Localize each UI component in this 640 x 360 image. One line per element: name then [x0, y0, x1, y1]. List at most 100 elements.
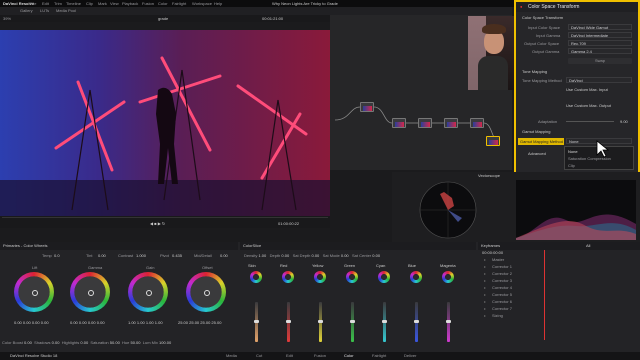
slider-handle[interactable]	[446, 320, 451, 323]
node-04[interactable]	[444, 118, 458, 128]
page-deliver[interactable]: Deliver	[404, 354, 416, 358]
slice-wheel-blue[interactable]	[410, 271, 422, 283]
expand-arrow-icon[interactable]: ▸	[484, 265, 486, 269]
page-fusion[interactable]: Fusion	[314, 354, 326, 358]
slider-handle[interactable]	[382, 320, 387, 323]
offset-values[interactable]: 25.00 25.00 25.00 25.00	[178, 321, 221, 325]
keyframe-row-label[interactable]: Sizing	[492, 314, 503, 318]
keyframe-row-label[interactable]: Corrector 1	[492, 265, 512, 269]
slice-slider-blue[interactable]	[414, 302, 419, 342]
keyframe-row-label[interactable]: Corrector 7	[492, 307, 512, 311]
menu-clip[interactable]: Clip	[86, 2, 93, 6]
dropdown-option-none[interactable]: None	[568, 150, 578, 154]
viewer-image[interactable]	[0, 30, 330, 216]
slice-slider-cyan[interactable]	[382, 302, 387, 342]
node-01[interactable]	[360, 102, 374, 112]
node-06-selected[interactable]	[486, 136, 500, 146]
section-gamut-mapping[interactable]: Gamut Mapping	[522, 130, 550, 134]
keyframe-row-label[interactable]: Master	[492, 258, 504, 262]
page-cut[interactable]: Cut	[256, 354, 262, 358]
menu-timeline[interactable]: Timeline	[66, 2, 81, 6]
menu-trim[interactable]: Trim	[54, 2, 62, 6]
menu-fusion[interactable]: Fusion	[142, 2, 154, 6]
menu-workspace[interactable]: Workspace	[192, 2, 212, 6]
gamma-wheel[interactable]	[70, 272, 110, 312]
param-pivot-value[interactable]: 0.435	[172, 254, 182, 258]
keyframe-playhead[interactable]	[544, 250, 545, 340]
adaptation-value[interactable]: 9.00	[620, 120, 628, 124]
swap-button[interactable]: Swap	[568, 58, 632, 64]
expand-arrow-icon[interactable]: ▸	[484, 272, 486, 276]
lift-values[interactable]: 0.00 0.00 0.00 0.00	[14, 321, 49, 325]
gain-wheel[interactable]	[128, 272, 168, 312]
keyframe-row-label[interactable]: Corrector 4	[492, 286, 512, 290]
slice-slider-skin[interactable]	[254, 302, 259, 342]
slider-handle[interactable]	[350, 320, 355, 323]
page-color[interactable]: Color	[344, 354, 354, 358]
expand-arrow-icon[interactable]: ▸	[484, 286, 486, 290]
tone-method-select[interactable]: DaVinci	[566, 77, 632, 83]
slice-slider-magenta[interactable]	[446, 302, 451, 342]
slice-wheel-green[interactable]	[346, 271, 358, 283]
keyframe-row-label[interactable]: Corrector 5	[492, 293, 512, 297]
section-cst[interactable]: Color Space Transform	[522, 16, 563, 20]
gallery-button[interactable]: Gallery	[20, 9, 33, 13]
slice-wheel-skin[interactable]	[250, 271, 262, 283]
scope-tab[interactable]: Vectorscope	[478, 174, 500, 178]
lift-wheel[interactable]	[14, 272, 54, 312]
output-color-space-select[interactable]: Rec.709	[568, 40, 632, 46]
expand-arrow-icon[interactable]: ▸	[484, 300, 486, 304]
section-advanced[interactable]: Advanced	[528, 152, 546, 156]
slice-slider-red[interactable]	[286, 302, 291, 342]
slider-handle[interactable]	[254, 320, 259, 323]
expand-arrow-icon[interactable]: ▸	[484, 293, 486, 297]
param-contrast-value[interactable]: 1.000	[136, 254, 146, 258]
node-03[interactable]	[418, 118, 432, 128]
slice-wheel-red[interactable]	[282, 271, 294, 283]
menu-view[interactable]: View	[110, 2, 119, 6]
output-gamma-select[interactable]: Gamma 2.4	[568, 48, 632, 54]
keyframe-row-label[interactable]: Corrector 6	[492, 300, 512, 304]
page-media[interactable]: Media	[226, 354, 237, 358]
colorslice-params[interactable]: Density 1.00 Depth 0.00 Sat Depth 0.00 S…	[244, 254, 380, 258]
gamma-values[interactable]: 0.00 0.00 0.00 0.00	[70, 321, 105, 325]
keyframes-filter[interactable]: All	[586, 244, 590, 248]
dropdown-option-clip[interactable]: Clip	[568, 164, 575, 168]
custom-max-input-checkbox[interactable]: Use Custom Max. Input	[566, 88, 608, 92]
slice-wheel-magenta[interactable]	[442, 271, 454, 283]
param-tint-value[interactable]: 0.00	[98, 254, 106, 258]
slice-slider-yellow[interactable]	[318, 302, 323, 342]
slice-wheel-yellow[interactable]	[314, 271, 326, 283]
zoom-level[interactable]: 39%	[3, 17, 11, 21]
slider-handle[interactable]	[414, 320, 419, 323]
gain-values[interactable]: 1.00 1.00 1.00 1.00	[128, 321, 163, 325]
slider-handle[interactable]	[318, 320, 323, 323]
input-gamma-select[interactable]: DaVinci Intermediate	[568, 32, 632, 38]
page-edit[interactable]: Edit	[286, 354, 293, 358]
param-temp-value[interactable]: 0.0	[54, 254, 60, 258]
slice-wheel-cyan[interactable]	[378, 271, 390, 283]
offset-wheel[interactable]	[186, 272, 226, 312]
luts-button[interactable]: LUTs	[40, 9, 49, 13]
expand-arrow-icon[interactable]: ▸	[484, 258, 486, 262]
menu-mark[interactable]: Mark	[98, 2, 107, 6]
page-fairlight[interactable]: Fairlight	[372, 354, 386, 358]
keyframe-row-label[interactable]: Corrector 3	[492, 279, 512, 283]
param-middetail-value[interactable]: 0.00	[220, 254, 228, 258]
expand-arrow-icon[interactable]: ▸	[484, 307, 486, 311]
menu-file[interactable]: File	[30, 2, 36, 6]
slice-slider-green[interactable]	[350, 302, 355, 342]
input-color-space-select[interactable]: DaVinci Wide Gamut	[568, 24, 632, 30]
node-02[interactable]	[392, 118, 406, 128]
section-tone-mapping[interactable]: Tone Mapping	[522, 70, 547, 74]
menu-playback[interactable]: Playback	[122, 2, 138, 6]
menu-help[interactable]: Help	[214, 2, 222, 6]
keyframe-row-label[interactable]: Corrector 2	[492, 272, 512, 276]
custom-max-output-checkbox[interactable]: Use Custom Max. Output	[566, 104, 611, 108]
transport-controls[interactable]: ◀ ■ ▶ ↻	[150, 222, 165, 226]
menu-fairlight[interactable]: Fairlight	[172, 2, 186, 6]
expand-arrow-icon[interactable]: ▸	[484, 279, 486, 283]
media-pool-button[interactable]: Media Pool	[56, 9, 76, 13]
slider-handle[interactable]	[286, 320, 291, 323]
node-05[interactable]	[470, 118, 484, 128]
